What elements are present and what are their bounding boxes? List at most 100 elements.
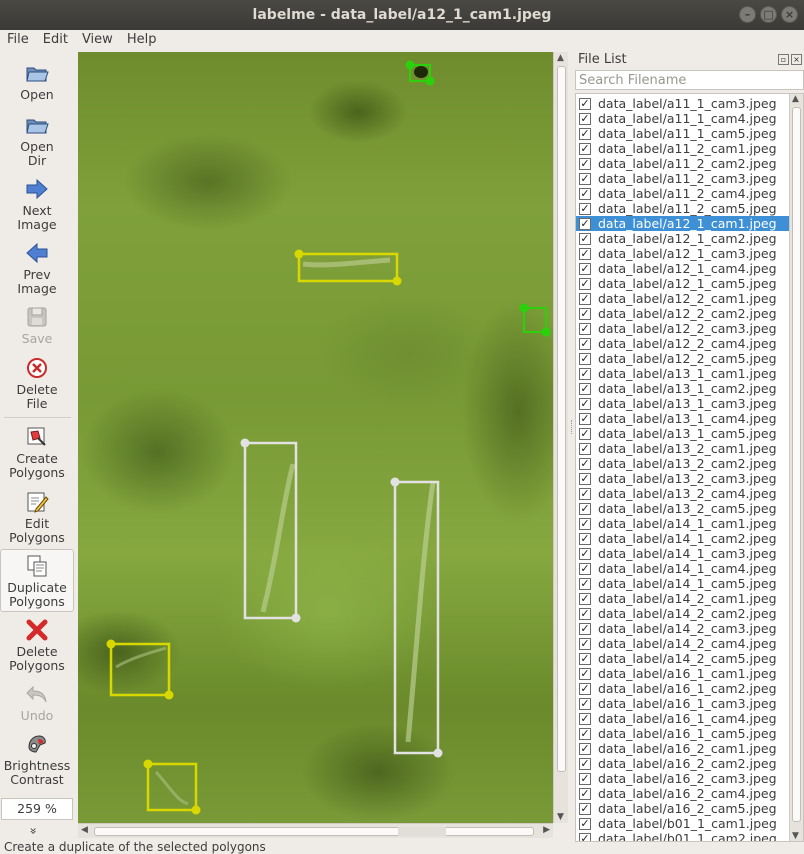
open-dir-button[interactable]: Open Dir — [0, 112, 74, 168]
file-checkbox[interactable]: ✓ — [579, 502, 591, 515]
file-list-item[interactable]: ✓ data_label/a13_1_cam3.jpeg — [576, 396, 791, 411]
file-list-item[interactable]: ✓ data_label/a16_1_cam2.jpeg — [576, 681, 791, 696]
file-list-item[interactable]: ✓ data_label/a11_2_cam3.jpeg — [576, 171, 791, 186]
minimize-button[interactable]: – — [739, 6, 756, 23]
file-checkbox[interactable]: ✓ — [579, 187, 591, 200]
duplicate-polygons-button[interactable]: Duplicate Polygons — [0, 549, 74, 612]
scroll-down-icon[interactable]: ▼ — [792, 831, 799, 841]
file-checkbox[interactable]: ✓ — [579, 322, 591, 335]
file-checkbox[interactable]: ✓ — [579, 562, 591, 575]
file-list-item[interactable]: ✓ data_label/a12_1_cam1.jpeg — [576, 216, 791, 231]
file-checkbox[interactable]: ✓ — [579, 112, 591, 125]
menu-file[interactable]: File — [0, 30, 36, 50]
menu-edit[interactable]: Edit — [36, 30, 75, 50]
file-list-item[interactable]: ✓ data_label/a12_2_cam2.jpeg — [576, 306, 791, 321]
scroll-left-icon[interactable]: ◀ — [81, 825, 88, 835]
file-checkbox[interactable]: ✓ — [579, 247, 591, 260]
file-checkbox[interactable]: ✓ — [579, 697, 591, 710]
scroll-down-icon[interactable]: ▼ — [557, 812, 564, 822]
file-list-item[interactable]: ✓ data_label/b01_1_cam2.jpeg — [576, 831, 791, 841]
scroll-up-icon[interactable]: ▲ — [557, 53, 564, 63]
file-checkbox[interactable]: ✓ — [579, 727, 591, 740]
file-checkbox[interactable]: ✓ — [579, 652, 591, 665]
horizontal-scroll-thumb[interactable] — [94, 827, 534, 836]
file-checkbox[interactable]: ✓ — [579, 712, 591, 725]
file-list-item[interactable]: ✓ data_label/a16_1_cam1.jpeg — [576, 666, 791, 681]
file-checkbox[interactable]: ✓ — [579, 262, 591, 275]
file-list-item[interactable]: ✓ data_label/a11_1_cam5.jpeg — [576, 126, 791, 141]
zoom-field[interactable]: 259 % — [1, 798, 73, 820]
file-list-item[interactable]: ✓ data_label/a12_1_cam3.jpeg — [576, 246, 791, 261]
save-button[interactable]: Save — [0, 304, 74, 346]
file-checkbox[interactable]: ✓ — [579, 742, 591, 755]
menu-help[interactable]: Help — [120, 30, 164, 50]
undo-button[interactable]: Undo — [0, 681, 74, 723]
file-checkbox[interactable]: ✓ — [579, 142, 591, 155]
file-checkbox[interactable]: ✓ — [579, 532, 591, 545]
dock-float-icon[interactable]: ▫ — [778, 54, 789, 65]
file-list-item[interactable]: ✓ data_label/a12_2_cam1.jpeg — [576, 291, 791, 306]
file-list-item[interactable]: ✓ data_label/a12_2_cam4.jpeg — [576, 336, 791, 351]
polygon-green-2[interactable] — [519, 303, 551, 337]
file-list[interactable]: ✓ data_label/b01_1_cam2.jpeg ✓ data_label/b… — [575, 93, 804, 842]
delete-polygons-button[interactable]: Delete Polygons — [0, 617, 74, 673]
canvas-horizontal-scrollbar[interactable]: ◀ ▶ — [78, 823, 553, 838]
file-checkbox[interactable]: ✓ — [579, 202, 591, 215]
file-checkbox[interactable]: ✓ — [579, 577, 591, 590]
file-list-item[interactable]: ✓ data_label/a11_2_cam1.jpeg — [576, 141, 791, 156]
toolbar-more-icon[interactable]: » — [27, 827, 41, 834]
file-list-item[interactable]: ✓ data_label/a16_2_cam2.jpeg — [576, 756, 791, 771]
file-checkbox[interactable]: ✓ — [579, 472, 591, 485]
scroll-up-icon[interactable]: ▲ — [792, 94, 799, 104]
file-list-item[interactable]: ✓ data_label/a12_1_cam4.jpeg — [576, 261, 791, 276]
menu-view[interactable]: View — [75, 30, 120, 50]
file-list-item[interactable]: ✓ data_label/a13_2_cam3.jpeg — [576, 471, 791, 486]
dock-splitter[interactable] — [571, 420, 574, 434]
file-list-item[interactable]: ✓ data_label/a14_1_cam4.jpeg — [576, 561, 791, 576]
close-button[interactable]: × — [781, 6, 798, 23]
file-list-item[interactable]: ✓ data_label/a14_2_cam4.jpeg — [576, 636, 791, 651]
edit-polygons-button[interactable]: Edit Polygons — [0, 489, 74, 545]
file-checkbox[interactable]: ✓ — [579, 607, 591, 620]
file-checkbox[interactable]: ✓ — [579, 832, 591, 841]
file-list-item[interactable]: ✓ data_label/a12_2_cam3.jpeg — [576, 321, 791, 336]
file-checkbox[interactable]: ✓ — [579, 667, 591, 680]
file-list-scroll-thumb[interactable] — [792, 107, 801, 822]
file-list-item[interactable]: ✓ data_label/a14_2_cam2.jpeg — [576, 606, 791, 621]
open-button[interactable]: Open — [0, 60, 74, 102]
scroll-right-icon[interactable]: ▶ — [543, 825, 550, 835]
file-checkbox[interactable]: ✓ — [579, 412, 591, 425]
file-list-item[interactable]: ✓ data_label/a14_1_cam3.jpeg — [576, 546, 791, 561]
file-list-item[interactable]: ✓ data_label/a14_2_cam1.jpeg — [576, 591, 791, 606]
file-checkbox[interactable]: ✓ — [579, 277, 591, 290]
file-list-item[interactable]: ✓ data_label/a11_2_cam2.jpeg — [576, 156, 791, 171]
file-list-item[interactable]: ✓ data_label/a12_2_cam5.jpeg — [576, 351, 791, 366]
file-checkbox[interactable]: ✓ — [579, 157, 591, 170]
file-list-item[interactable]: ✓ data_label/a16_2_cam5.jpeg — [576, 801, 791, 816]
file-checkbox[interactable]: ✓ — [579, 97, 591, 110]
polygon-yellow-3[interactable] — [143, 759, 201, 815]
prev-image-button[interactable]: Prev Image — [0, 240, 74, 296]
file-list-item[interactable]: ✓ data_label/a16_2_cam4.jpeg — [576, 786, 791, 801]
file-list-item[interactable]: ✓ data_label/a13_2_cam1.jpeg — [576, 441, 791, 456]
file-checkbox[interactable]: ✓ — [579, 787, 591, 800]
file-list-item[interactable]: ✓ data_label/a16_2_cam3.jpeg — [576, 771, 791, 786]
file-checkbox[interactable]: ✓ — [579, 622, 591, 635]
file-list-item[interactable]: ✓ data_label/a14_1_cam5.jpeg — [576, 576, 791, 591]
file-checkbox[interactable]: ✓ — [579, 817, 591, 830]
file-list-item[interactable]: ✓ data_label/a12_1_cam5.jpeg — [576, 276, 791, 291]
dock-close-icon[interactable]: × — [791, 54, 802, 65]
file-list-item[interactable]: ✓ data_label/a11_1_cam3.jpeg — [576, 96, 791, 111]
brightness-contrast-button[interactable]: Brightness Contrast — [0, 731, 74, 787]
file-checkbox[interactable]: ✓ — [579, 292, 591, 305]
polygon-yellow-1[interactable] — [294, 249, 402, 286]
file-checkbox[interactable]: ✓ — [579, 172, 591, 185]
maximize-button[interactable]: □ — [760, 6, 777, 23]
file-checkbox[interactable]: ✓ — [579, 442, 591, 455]
image-canvas[interactable] — [78, 52, 553, 823]
file-list-item[interactable]: ✓ data_label/a12_1_cam2.jpeg — [576, 231, 791, 246]
file-checkbox[interactable]: ✓ — [579, 637, 591, 650]
file-list-item[interactable]: ✓ data_label/a11_2_cam4.jpeg — [576, 186, 791, 201]
file-list-item[interactable]: ✓ data_label/a14_1_cam1.jpeg — [576, 516, 791, 531]
file-list-item[interactable]: ✓ data_label/a13_1_cam2.jpeg — [576, 381, 791, 396]
